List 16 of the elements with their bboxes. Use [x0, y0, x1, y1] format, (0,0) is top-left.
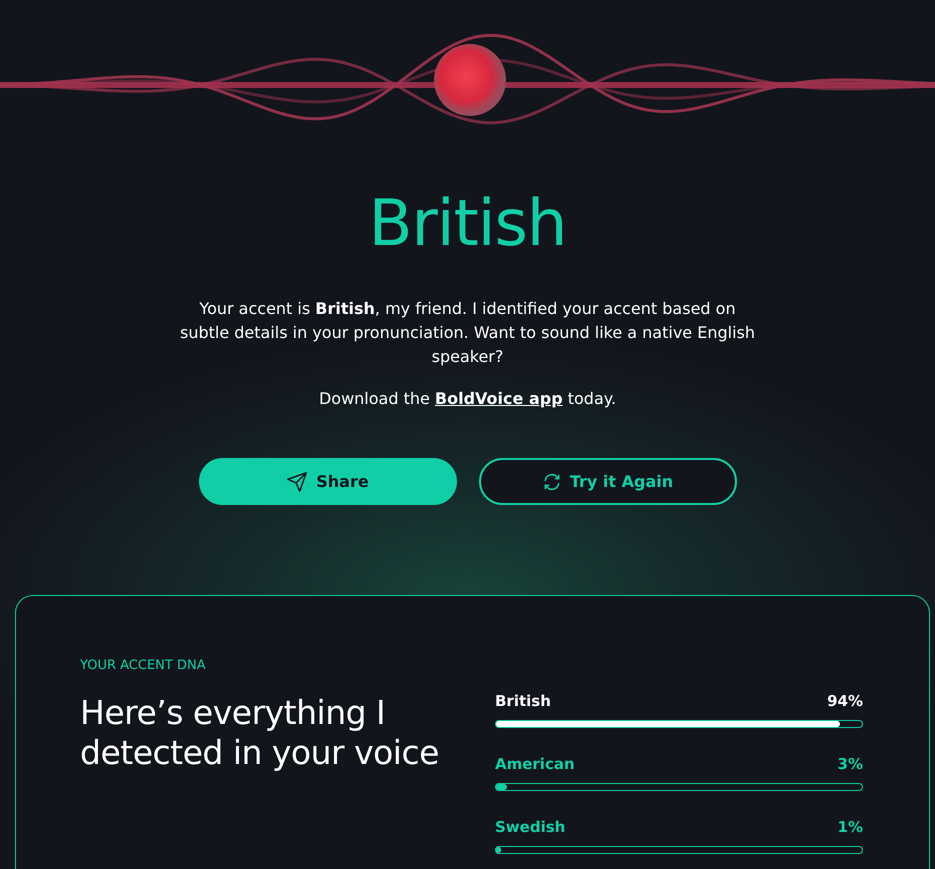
- accent-name: Swedish: [495, 818, 566, 836]
- accent-percent: 1%: [838, 818, 863, 836]
- accent-percent: 3%: [838, 755, 863, 773]
- accent-title: British: [368, 187, 568, 261]
- section-label: YOUR ACCENT DNA: [80, 658, 207, 673]
- app-link[interactable]: BoldVoice app: [434, 389, 563, 408]
- try-again-button[interactable]: Try it Again: [478, 458, 736, 505]
- accent-name: British: [495, 692, 551, 710]
- share-button[interactable]: Share: [198, 458, 456, 505]
- send-icon: [286, 470, 308, 492]
- result-message: Your accent is British, my friend. I identified your accent based on subtle details in your pronunciation. Want to sound like a native English speaker?: [178, 298, 756, 368]
- section-heading: Here’s everything I detected in your voice: [80, 693, 440, 773]
- download-text: Download the BoldVoice app today.: [318, 388, 618, 410]
- accent-percent: 94%: [827, 692, 863, 710]
- accent-name: American: [495, 755, 575, 773]
- refresh-icon: [542, 472, 562, 492]
